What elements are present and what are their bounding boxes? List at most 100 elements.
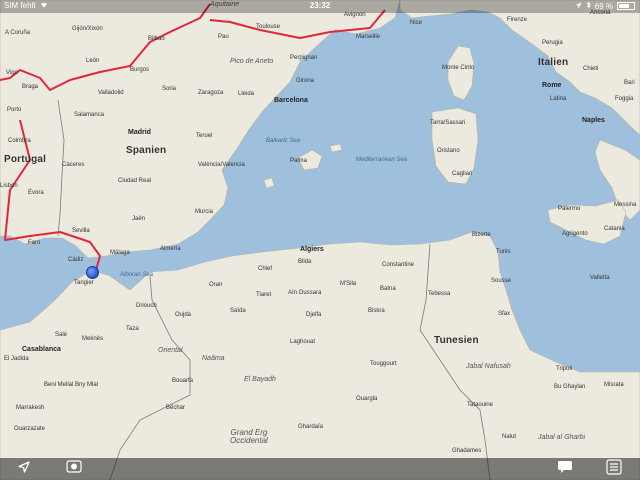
city-label: Monte Cinto bbox=[442, 65, 475, 71]
city-label: Foggia bbox=[615, 96, 634, 102]
city-label: València/Valencia bbox=[198, 162, 245, 168]
city-label: Porto bbox=[7, 107, 22, 113]
status-time: 23:32 bbox=[309, 1, 331, 10]
city-label: Almería bbox=[160, 246, 181, 252]
record-button[interactable] bbox=[64, 460, 84, 477]
location-pin-icon[interactable] bbox=[86, 266, 99, 279]
city-label: Tebessa bbox=[428, 291, 451, 297]
city-label: Barcelona bbox=[274, 97, 308, 104]
city-label: Ghardaïa bbox=[298, 424, 324, 430]
region-label-jabal-nafusah: Jabal Nafusah bbox=[466, 363, 511, 370]
city-label: Tunis bbox=[496, 249, 511, 255]
city-label: León bbox=[86, 58, 100, 64]
list-icon bbox=[606, 458, 622, 480]
city-label: Jaén bbox=[132, 216, 146, 222]
city-label: Chlef bbox=[258, 266, 273, 272]
city-label: Valletta bbox=[590, 275, 610, 281]
region-label-jabal-al-gharbi: Jabal al Gharbi bbox=[538, 434, 586, 441]
city-label: Vigo bbox=[6, 70, 18, 76]
city-label: Girona bbox=[296, 78, 315, 84]
city-label: Lisbon bbox=[0, 183, 18, 189]
city-label: Ghadames bbox=[452, 448, 482, 454]
city-label: Burgos bbox=[130, 67, 150, 73]
city-label: Teruel bbox=[196, 133, 213, 139]
city-label: Ouarzazate bbox=[14, 426, 46, 432]
battery-icon bbox=[617, 2, 635, 10]
city-label: Naples bbox=[582, 117, 605, 124]
bottom-toolbar bbox=[0, 458, 640, 480]
city-label: Palma bbox=[290, 158, 308, 164]
city-label: Taza bbox=[126, 326, 139, 332]
city-label: Faro bbox=[28, 240, 41, 246]
city-label: Firenze bbox=[507, 17, 528, 23]
city-label: Nalut bbox=[502, 434, 517, 440]
country-label-spain: Spanien bbox=[126, 145, 167, 156]
sea-label-balearic: Balearic Sea bbox=[266, 138, 301, 144]
city-label: Sfax bbox=[498, 311, 511, 317]
city-label: Batna bbox=[380, 286, 396, 292]
city-label: Meknès bbox=[82, 336, 104, 342]
city-label: Sevilla bbox=[72, 228, 90, 234]
city-label: Toulouse bbox=[256, 24, 281, 30]
city-label: Messina bbox=[614, 202, 637, 208]
location-arrow-icon bbox=[17, 460, 31, 479]
city-label: Braga bbox=[22, 84, 39, 90]
city-label: Nice bbox=[410, 20, 423, 26]
city-label: Rome bbox=[542, 82, 562, 89]
city-label: Beni Mellal Bny Mlal bbox=[44, 382, 99, 388]
city-label: Laghouat bbox=[290, 339, 316, 345]
city-label: Tataouine bbox=[467, 402, 494, 408]
city-label: Misrata bbox=[604, 382, 624, 388]
region-label-grand-erg: Grand Erg Occidental bbox=[230, 428, 268, 445]
city-label: Sousse bbox=[491, 278, 512, 284]
region-label-el-bayadh: El Bayadh bbox=[244, 376, 276, 383]
city-label: Soria bbox=[162, 86, 177, 92]
city-label: Valladolid bbox=[98, 90, 124, 96]
city-label: Agrigento bbox=[562, 231, 588, 237]
city-label: El Jadida bbox=[4, 356, 29, 362]
city-label: Algiers bbox=[300, 246, 324, 253]
city-label: Constantine bbox=[382, 262, 415, 268]
city-label: Palermo bbox=[558, 206, 581, 212]
city-label: A Coruña bbox=[5, 30, 31, 36]
city-label: Marrakesh bbox=[16, 405, 45, 411]
city-label: Driouch bbox=[136, 303, 157, 309]
city-label: Bouarfa bbox=[172, 378, 194, 384]
city-label: Tarra/Sassari bbox=[430, 120, 466, 126]
comment-button[interactable] bbox=[555, 460, 575, 479]
city-label: Bari bbox=[624, 80, 635, 86]
region-label-naama: Naâma bbox=[202, 355, 225, 362]
city-label: Casablanca bbox=[22, 346, 61, 353]
city-label: Djelfa bbox=[306, 312, 322, 318]
city-label: Évora bbox=[28, 190, 44, 196]
city-label: Pau bbox=[218, 34, 229, 40]
city-label: Ciudad Real bbox=[118, 178, 152, 184]
city-label: Salé bbox=[55, 332, 68, 338]
city-label: Cagliari bbox=[452, 171, 473, 177]
location-arrow-icon bbox=[575, 2, 582, 11]
list-button[interactable] bbox=[604, 458, 624, 480]
city-label: Salamanca bbox=[74, 112, 105, 118]
city-label: Latina bbox=[550, 96, 567, 102]
city-label: Tiaret bbox=[256, 292, 272, 298]
city-label: M'Sila bbox=[340, 281, 357, 287]
city-label: Bilbao bbox=[148, 36, 165, 42]
country-label-tunisia: Tunesien bbox=[434, 335, 479, 346]
city-label: Bizerte bbox=[472, 232, 491, 238]
city-label: Perugia bbox=[542, 40, 563, 46]
city-label: Tripoli bbox=[556, 366, 573, 372]
city-label: Gijón/Xixón bbox=[72, 26, 103, 32]
city-label: Cáceres bbox=[62, 162, 85, 168]
map-view[interactable]: Portugal Spanien Italien Tunesien Balear… bbox=[0, 0, 640, 481]
bluetooth-icon bbox=[586, 1, 591, 11]
city-label: Murcia bbox=[195, 209, 214, 215]
sea-label-alboran: Alboran Sea bbox=[120, 272, 154, 278]
city-label: Málaga bbox=[110, 250, 130, 256]
city-label: Bu Ghaylan bbox=[554, 384, 586, 390]
city-label: Ouargla bbox=[356, 396, 378, 402]
map-canvas[interactable] bbox=[0, 0, 640, 481]
speech-bubble-icon bbox=[557, 460, 573, 479]
land-ibiza bbox=[263, 177, 275, 189]
city-label: Tangier bbox=[74, 280, 94, 286]
location-button[interactable] bbox=[14, 460, 34, 479]
